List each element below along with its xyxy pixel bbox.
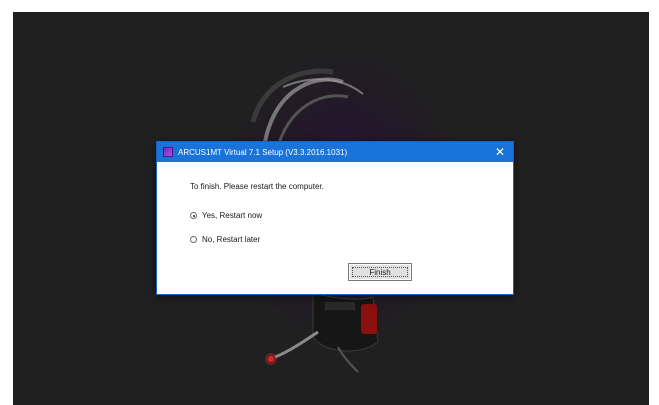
dialog-title: ARCUS1MT Virtual 7.1 Setup (V3.3.2016.10… [178,147,348,157]
setup-app-icon [163,147,173,157]
close-icon[interactable]: ✕ [487,142,513,162]
setup-dialog: ARCUS1MT Virtual 7.1 Setup (V3.3.2016.10… [156,141,514,295]
restart-later-label[interactable]: No, Restart later [202,235,260,244]
screenshot-frame: ARCUS1MT Virtual 7.1 Setup (V3.3.2016.10… [0,0,659,405]
dialog-titlebar[interactable]: ARCUS1MT Virtual 7.1 Setup (V3.3.2016.10… [157,142,513,162]
restart-now-radio[interactable] [190,212,197,219]
restart-now-label[interactable]: Yes, Restart now [202,211,262,220]
restart-now-option[interactable]: Yes, Restart now [190,211,262,220]
finish-button[interactable]: Finish [348,263,412,281]
restart-later-radio[interactable] [190,236,197,243]
finish-message: To finish. Please restart the computer. [190,182,324,191]
dialog-body: To finish. Please restart the computer. … [157,162,513,294]
restart-later-option[interactable]: No, Restart later [190,235,260,244]
